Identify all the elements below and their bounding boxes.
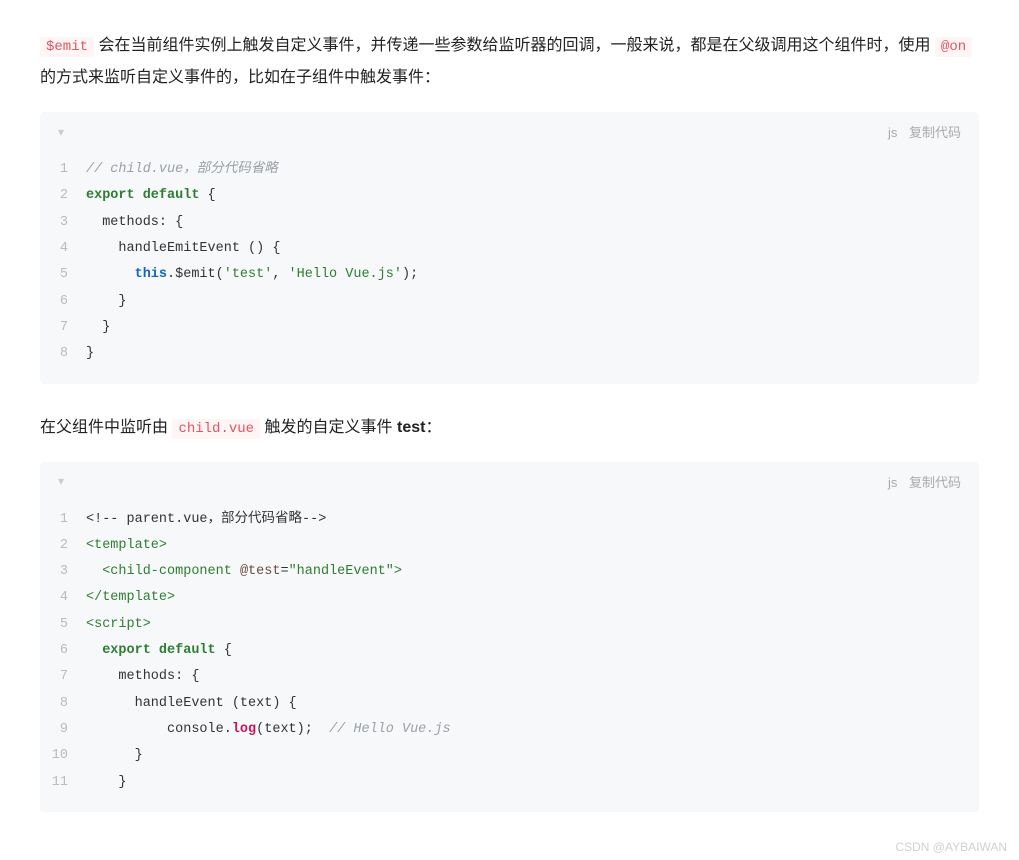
line-number: 7	[40, 664, 86, 690]
line-content: }	[86, 341, 979, 367]
line-number: 5	[40, 262, 86, 288]
line-content: export default {	[86, 638, 979, 664]
code-line: 10 }	[40, 743, 979, 769]
line-number: 4	[40, 585, 86, 611]
line-number: 7	[40, 315, 86, 341]
code-line: 2export default {	[40, 183, 979, 209]
line-content: export default {	[86, 183, 979, 209]
code-line: 4 handleEmitEvent () {	[40, 236, 979, 262]
code-header-right: js 复制代码	[888, 472, 961, 491]
copy-code-button[interactable]: 复制代码	[909, 475, 961, 490]
line-number: 6	[40, 289, 86, 315]
line-content: <script>	[86, 612, 979, 638]
line-content: }	[86, 289, 979, 315]
text-span: 会在当前组件实例上触发自定义事件，并传递一些参数给监听器的回调，一般来说，都是在…	[94, 37, 935, 54]
text-span: 触发的自定义事件	[260, 419, 397, 436]
code-language-label: js	[888, 125, 897, 140]
text-span: 的方式来监听自定义事件的，比如在子组件中触发事件：	[40, 69, 440, 86]
line-number: 1	[40, 507, 86, 533]
line-content: }	[86, 770, 979, 796]
bold-test: test	[397, 419, 425, 436]
line-content: this.$emit('test', 'Hello Vue.js');	[86, 262, 979, 288]
code-line: 11 }	[40, 770, 979, 796]
code-block-child: ▾ js 复制代码 1// child.vue，部分代码省略2export de…	[40, 112, 979, 384]
code-line: 6 export default {	[40, 638, 979, 664]
line-content: handleEvent (text) {	[86, 691, 979, 717]
line-number: 6	[40, 638, 86, 664]
line-content: <template>	[86, 533, 979, 559]
code-body-1: 1// child.vue，部分代码省略2export default {3 m…	[40, 151, 979, 384]
code-language-label: js	[888, 475, 897, 490]
line-content: methods: {	[86, 664, 979, 690]
line-content: </template>	[86, 585, 979, 611]
line-number: 8	[40, 691, 86, 717]
line-number: 2	[40, 183, 86, 209]
code-line: 3 <child-component @test="handleEvent">	[40, 559, 979, 585]
code-line: 1// child.vue，部分代码省略	[40, 157, 979, 183]
line-number: 8	[40, 341, 86, 367]
code-line: 3 methods: {	[40, 210, 979, 236]
code-line: 2<template>	[40, 533, 979, 559]
copy-code-button[interactable]: 复制代码	[909, 125, 961, 140]
line-content: // child.vue，部分代码省略	[86, 157, 979, 183]
line-number: 9	[40, 717, 86, 743]
collapse-icon[interactable]: ▾	[58, 125, 64, 139]
line-number: 4	[40, 236, 86, 262]
code-line: 9 console.log(text); // Hello Vue.js	[40, 717, 979, 743]
code-line: 8 handleEvent (text) {	[40, 691, 979, 717]
line-content: handleEmitEvent () {	[86, 236, 979, 262]
line-content: <!-- parent.vue，部分代码省略-->	[86, 507, 979, 533]
intro-paragraph-2: 在父组件中监听由 child.vue 触发的自定义事件 test：	[40, 412, 979, 444]
code-line: 1<!-- parent.vue，部分代码省略-->	[40, 507, 979, 533]
line-number: 11	[40, 770, 86, 796]
code-line: 4</template>	[40, 585, 979, 611]
line-number: 2	[40, 533, 86, 559]
line-number: 1	[40, 157, 86, 183]
line-number: 10	[40, 743, 86, 769]
code-block-parent: ▾ js 复制代码 1<!-- parent.vue，部分代码省略-->2<te…	[40, 462, 979, 812]
line-content: console.log(text); // Hello Vue.js	[86, 717, 979, 743]
intro-paragraph-1: $emit 会在当前组件实例上触发自定义事件，并传递一些参数给监听器的回调，一般…	[40, 30, 979, 94]
text-span: ：	[425, 419, 441, 436]
line-content: }	[86, 743, 979, 769]
inline-code-emit: $emit	[40, 37, 94, 57]
line-number: 3	[40, 210, 86, 236]
line-number: 3	[40, 559, 86, 585]
line-content: }	[86, 315, 979, 341]
inline-code-childvue: child.vue	[172, 419, 260, 439]
code-header-right: js 复制代码	[888, 122, 961, 141]
code-line: 8}	[40, 341, 979, 367]
code-line: 7 methods: {	[40, 664, 979, 690]
line-content: methods: {	[86, 210, 979, 236]
code-line: 7 }	[40, 315, 979, 341]
code-header: ▾ js 复制代码	[40, 112, 979, 151]
text-span: 在父组件中监听由	[40, 419, 172, 436]
code-line: 6 }	[40, 289, 979, 315]
code-body-2: 1<!-- parent.vue，部分代码省略-->2<template>3 <…	[40, 501, 979, 812]
code-line: 5 this.$emit('test', 'Hello Vue.js');	[40, 262, 979, 288]
code-header: ▾ js 复制代码	[40, 462, 979, 501]
line-content: <child-component @test="handleEvent">	[86, 559, 979, 585]
collapse-icon[interactable]: ▾	[58, 474, 64, 488]
watermark: CSDN @AYBAIWAN	[895, 840, 1007, 854]
inline-code-on: @on	[935, 37, 972, 57]
code-line: 5<script>	[40, 612, 979, 638]
line-number: 5	[40, 612, 86, 638]
